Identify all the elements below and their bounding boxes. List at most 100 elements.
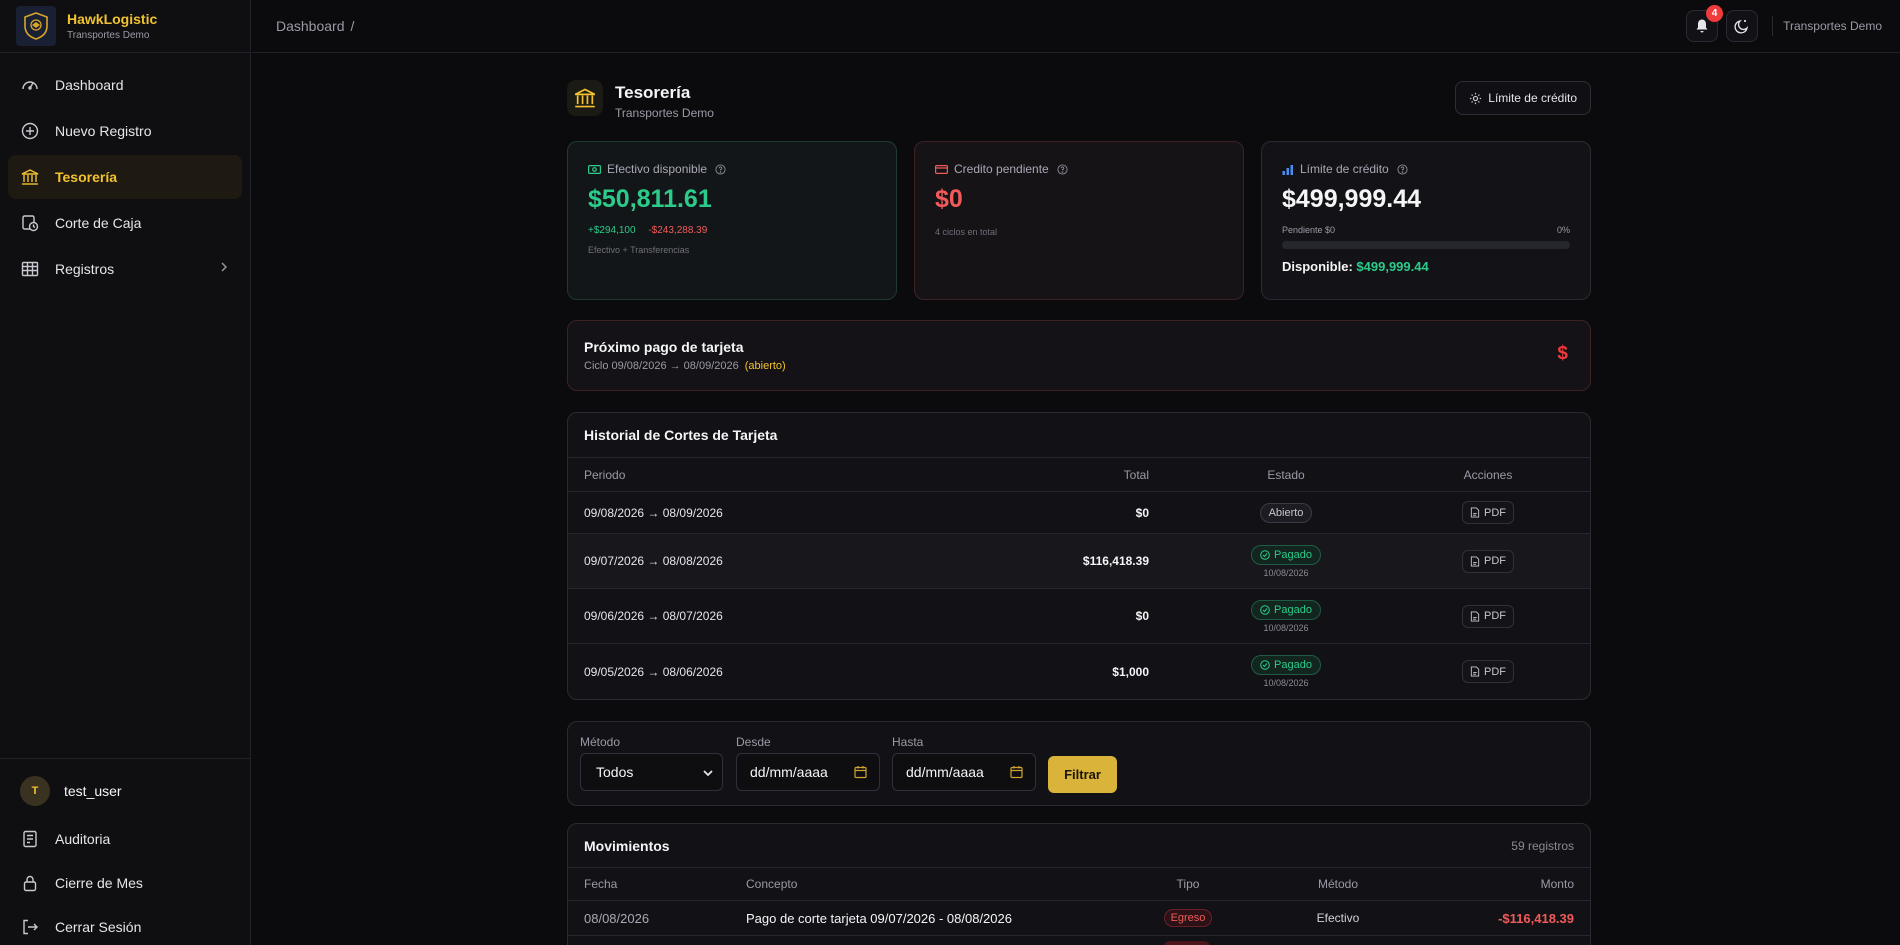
sidebar-item-label: Cerrar Sesión xyxy=(55,919,142,935)
tenant-name: Transportes Demo xyxy=(1772,16,1900,36)
logout-icon xyxy=(20,917,40,937)
table-row[interactable] xyxy=(568,936,1590,945)
total-cell: $0 xyxy=(1135,505,1149,520)
table-row[interactable]: 09/08/2026 → 08/09/2026 $0 Abierto PDF xyxy=(568,492,1590,534)
next-payment-cycle: Ciclo 09/08/2026 → 08/09/2026 xyxy=(584,360,739,372)
filter-button[interactable]: Filtrar xyxy=(1048,756,1117,793)
paid-date: 10/08/2026 xyxy=(1263,678,1309,688)
bar-chart-icon xyxy=(1282,164,1294,175)
chevron-down-icon xyxy=(702,766,714,782)
type-badge xyxy=(1164,941,1210,945)
brand-name: HawkLogistic xyxy=(67,11,158,27)
page-title: Tesorería xyxy=(615,83,691,102)
section-title: Historial de Cortes de Tarjeta xyxy=(568,413,1590,458)
user-profile[interactable]: T test_user xyxy=(8,773,242,809)
pdf-button[interactable]: PDF xyxy=(1462,501,1514,524)
pdf-button[interactable]: PDF xyxy=(1462,604,1514,628)
sidebar-item-label: Dashboard xyxy=(55,77,124,93)
table-row[interactable]: 09/05/2026 → 08/06/2026 $1,000 Pagado 10… xyxy=(568,644,1590,699)
pdf-button-label: PDF xyxy=(1484,506,1506,519)
sidebar-item-nuevo-registro[interactable]: Nuevo Registro xyxy=(8,109,242,153)
calendar-icon[interactable] xyxy=(854,765,867,782)
hawk-logo-icon xyxy=(16,6,56,46)
user-name: test_user xyxy=(64,783,122,799)
check-circle-icon xyxy=(1260,604,1270,615)
pdf-button-label: PDF xyxy=(1484,610,1506,622)
logout-button[interactable]: Cerrar Sesión xyxy=(8,905,242,945)
calendar-icon[interactable] xyxy=(1010,765,1023,782)
brand[interactable]: HawkLogistic Transportes Demo xyxy=(0,0,250,53)
breadcrumb: Dashboard / xyxy=(276,18,354,34)
pdf-button[interactable]: PDF xyxy=(1462,660,1514,683)
credit-limit-button[interactable]: Límite de crédito xyxy=(1455,81,1591,115)
sidebar-item-dashboard[interactable]: Dashboard xyxy=(8,63,242,107)
to-label: Hasta xyxy=(892,735,924,749)
column-header: Total xyxy=(1123,467,1149,482)
check-circle-icon xyxy=(1260,549,1270,560)
breadcrumb-separator: / xyxy=(350,18,355,34)
gear-icon xyxy=(1469,92,1482,105)
notifications-button[interactable]: 4 xyxy=(1686,5,1724,42)
help-icon[interactable] xyxy=(1397,163,1408,175)
status-badge: Pagado xyxy=(1251,655,1321,675)
cash-available-card: Efectivo disponible $50,811.61 +$294,100… xyxy=(567,141,897,300)
file-pdf-icon xyxy=(1470,507,1480,518)
status-text: Pagado xyxy=(1274,659,1312,671)
bank-icon xyxy=(567,80,603,116)
card-label: Efectivo disponible xyxy=(607,162,708,176)
sidebar-item-auditoria[interactable]: Auditoria xyxy=(8,817,242,861)
paid-date: 10/08/2026 xyxy=(1263,567,1309,578)
sidebar-item-cierre-de-mes[interactable]: Cierre de Mes xyxy=(8,861,242,905)
next-card-payment: Próximo pago de tarjeta Ciclo 09/08/2026… xyxy=(567,320,1591,391)
available-label: Disponible: xyxy=(1282,259,1353,274)
brand-subtitle: Transportes Demo xyxy=(67,30,150,41)
sidebar-item-corte-de-caja[interactable]: Corte de Caja xyxy=(8,201,242,245)
lock-icon xyxy=(20,873,40,893)
status-badge: Pagado xyxy=(1251,544,1321,565)
to-date-input[interactable]: dd/mm/aaaa xyxy=(892,753,1036,791)
status-text: Pagado xyxy=(1274,548,1312,561)
credit-card-icon xyxy=(935,164,948,175)
available-value: $499,999.44 xyxy=(1356,259,1429,274)
pdf-button[interactable]: PDF xyxy=(1462,549,1514,573)
from-date-input[interactable]: dd/mm/aaaa xyxy=(736,753,880,791)
sidebar-item-tesoreria[interactable]: Tesorería xyxy=(8,155,242,199)
credit-available: Disponible: $499,999.44 xyxy=(1282,259,1570,274)
breadcrumb-dashboard[interactable]: Dashboard xyxy=(276,18,345,34)
total-cell: $1,000 xyxy=(1112,664,1149,679)
page-subtitle: Transportes Demo xyxy=(615,106,714,120)
sidebar-item-registros[interactable]: Registros xyxy=(8,247,242,291)
status-badge: Pagado xyxy=(1251,599,1321,620)
sidebar-item-label: Registros xyxy=(55,261,115,277)
table-icon xyxy=(20,259,40,279)
card-cuts-history: Historial de Cortes de Tarjeta Periodo T… xyxy=(567,412,1591,700)
filters-bar: Método Todos Desde dd/mm/aaaa Hasta dd/m… xyxy=(567,721,1591,806)
column-header: Método xyxy=(1317,877,1359,891)
table-row[interactable]: 09/07/2026 → 08/08/2026 $116,418.39 Paga… xyxy=(568,534,1590,589)
theme-toggle-button[interactable] xyxy=(1726,10,1759,42)
credit-usage-progress xyxy=(1282,241,1570,249)
date-cell: 08/08/2026 xyxy=(584,910,650,926)
column-header: Monto xyxy=(1540,877,1574,891)
sidebar-item-label: Corte de Caja xyxy=(55,215,142,231)
sidebar-footer: T test_user Auditoria Cierre de Mes Cerr… xyxy=(0,758,250,945)
to-date-placeholder: dd/mm/aaaa xyxy=(906,764,984,780)
credit-limit-button-label: Límite de crédito xyxy=(1488,91,1577,105)
table-row[interactable]: 08/08/2026 Pago de corte tarjeta 09/07/2… xyxy=(568,901,1590,936)
help-icon[interactable] xyxy=(715,163,726,175)
amount-cell: -$116,418.39 xyxy=(1498,910,1574,926)
table-header: Periodo Total Estado Acciones xyxy=(568,458,1590,492)
from-label: Desde xyxy=(736,735,771,749)
method-select[interactable]: Todos xyxy=(580,753,723,791)
method-cell: Efectivo xyxy=(1316,911,1360,925)
table-row[interactable]: 09/06/2026 → 08/07/2026 $0 Pagado 10/08/… xyxy=(568,589,1590,644)
total-cell: $116,418.39 xyxy=(1082,554,1149,568)
gauge-icon xyxy=(20,75,40,95)
cash-available-value: $50,811.61 xyxy=(588,185,712,213)
status-text: Pagado xyxy=(1274,603,1312,616)
help-icon[interactable] xyxy=(1057,163,1068,175)
card-label: Credito pendiente xyxy=(954,162,1049,176)
audit-icon xyxy=(20,829,40,849)
check-circle-icon xyxy=(1260,660,1270,670)
credit-pending-card: Credito pendiente $0 4 ciclos en total xyxy=(914,141,1244,300)
